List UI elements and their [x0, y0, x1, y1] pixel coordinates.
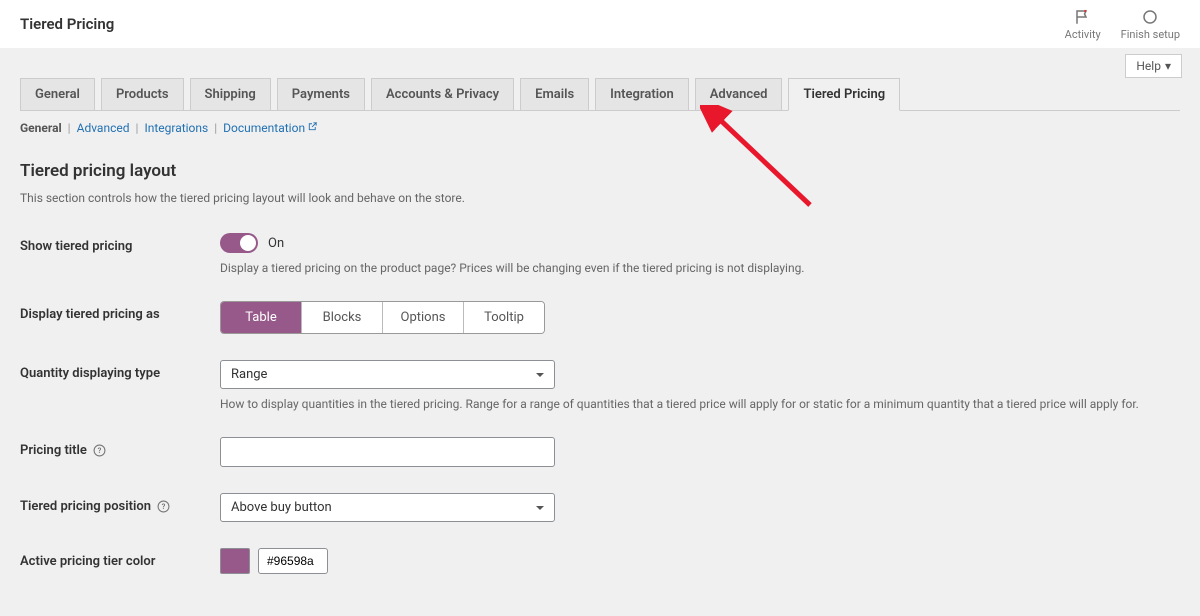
display-as-segmented-control: TableBlocksOptionsTooltip [220, 301, 545, 334]
external-link-icon[interactable] [307, 121, 318, 135]
settings-tabs: GeneralProductsShippingPaymentsAccounts … [20, 78, 1180, 111]
top-actions: Activity Finish setup [1065, 8, 1180, 41]
display-option-options[interactable]: Options [383, 302, 464, 333]
top-bar: Tiered Pricing Activity Finish setup [0, 0, 1200, 48]
tab-general[interactable]: General [20, 78, 95, 110]
label-display-as: Display tiered pricing as [20, 301, 220, 322]
flag-icon [1074, 8, 1092, 26]
subnav-integrations[interactable]: Integrations [144, 121, 208, 135]
svg-text:?: ? [98, 446, 102, 455]
tab-integration[interactable]: Integration [595, 78, 689, 110]
quantity-type-value: Range [231, 367, 267, 382]
chevron-down-icon: ▾ [1165, 59, 1171, 73]
toggle-state-text: On [268, 236, 284, 251]
help-dropdown[interactable]: Help ▾ [1125, 54, 1182, 78]
subnav-advanced[interactable]: Advanced [77, 121, 130, 135]
row-display-as: Display tiered pricing as TableBlocksOpt… [20, 301, 1180, 334]
position-value: Above buy button [231, 500, 332, 515]
label-color: Active pricing tier color [20, 548, 220, 569]
subnav-general: General [20, 121, 62, 135]
color-hex-input[interactable] [258, 548, 328, 574]
row-position: Tiered pricing position ? Above buy butt… [20, 493, 1180, 522]
finish-setup-label: Finish setup [1121, 28, 1180, 41]
help-icon[interactable]: ? [93, 444, 107, 458]
show-tiered-pricing-toggle[interactable] [220, 233, 258, 253]
label-show-tiered-pricing: Show tiered pricing [20, 233, 220, 254]
display-option-table[interactable]: Table [221, 302, 302, 333]
help-quantity-type: How to display quantities in the tiered … [220, 397, 1180, 411]
tab-accounts-privacy[interactable]: Accounts & Privacy [371, 78, 514, 110]
page-title: Tiered Pricing [20, 15, 114, 33]
label-quantity-type: Quantity displaying type [20, 360, 220, 381]
subnav-documentation[interactable]: Documentation [223, 121, 305, 135]
sub-navigation: General | Advanced | Integrations | Documentat… [20, 121, 1180, 135]
section-title: Tiered pricing layout [20, 161, 1180, 181]
position-select[interactable]: Above buy button [220, 493, 555, 522]
circle-icon [1141, 8, 1159, 26]
help-show-tiered-pricing: Display a tiered pricing on the product … [220, 261, 1180, 275]
activity-button[interactable]: Activity [1065, 8, 1101, 41]
tab-advanced[interactable]: Advanced [695, 78, 783, 110]
color-swatch[interactable] [220, 548, 250, 574]
row-pricing-title: Pricing title ? [20, 437, 1180, 467]
activity-label: Activity [1065, 28, 1101, 41]
tab-payments[interactable]: Payments [277, 78, 365, 110]
separator: | [136, 121, 139, 135]
label-pricing-title: Pricing title [20, 443, 87, 458]
tab-shipping[interactable]: Shipping [190, 78, 271, 110]
toggle-knob [240, 235, 256, 251]
finish-setup-button[interactable]: Finish setup [1121, 8, 1180, 41]
help-label: Help [1136, 59, 1161, 73]
help-icon[interactable]: ? [157, 500, 171, 514]
row-color: Active pricing tier color [20, 548, 1180, 574]
separator: | [214, 121, 217, 135]
pricing-title-input[interactable] [220, 437, 555, 467]
display-option-blocks[interactable]: Blocks [302, 302, 383, 333]
row-show-tiered-pricing: Show tiered pricing On Display a tiered … [20, 233, 1180, 275]
tab-emails[interactable]: Emails [520, 78, 589, 110]
row-quantity-type: Quantity displaying type Range How to di… [20, 360, 1180, 411]
section-description: This section controls how the tiered pri… [20, 191, 1180, 205]
tab-tiered-pricing[interactable]: Tiered Pricing [788, 78, 900, 111]
label-position: Tiered pricing position [20, 499, 151, 514]
display-option-tooltip[interactable]: Tooltip [464, 302, 544, 333]
separator: | [68, 121, 71, 135]
settings-content: Tiered pricing layout This section contr… [0, 145, 1200, 616]
quantity-type-select[interactable]: Range [220, 360, 555, 389]
tab-products[interactable]: Products [101, 78, 184, 110]
svg-text:?: ? [162, 502, 166, 511]
